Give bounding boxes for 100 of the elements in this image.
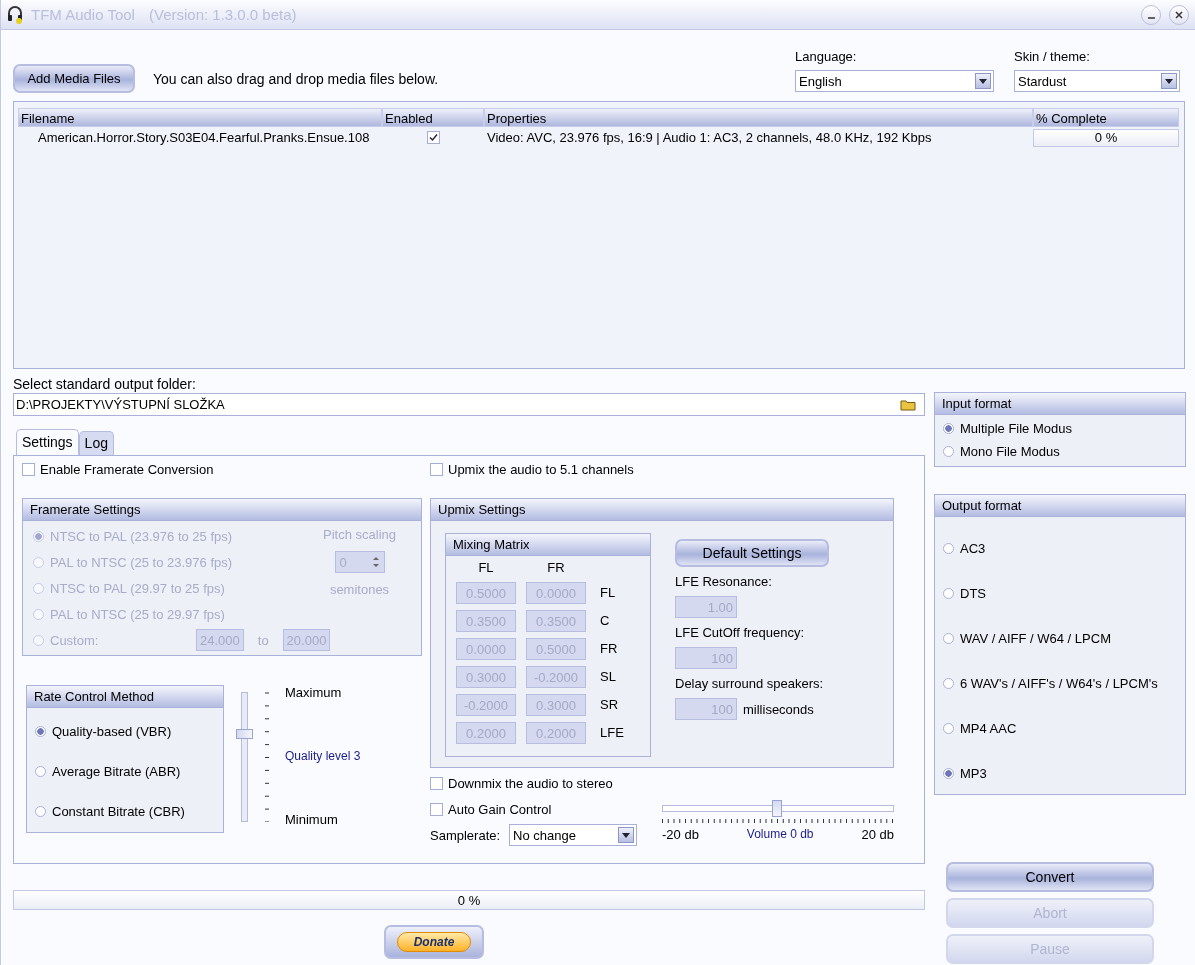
radio-label: PAL to NTSC (25 to 23.976 fps) bbox=[50, 554, 233, 570]
group-title: Framerate Settings bbox=[23, 499, 421, 521]
group-title: Input format bbox=[935, 393, 1185, 415]
caret-icon bbox=[618, 827, 635, 843]
checkbox[interactable] bbox=[22, 462, 35, 476]
column-header[interactable]: Properties bbox=[484, 108, 1033, 127]
pitch-scaling-label: Pitch scaling bbox=[323, 527, 396, 542]
minimize-icon bbox=[1147, 16, 1155, 19]
radio-button[interactable] bbox=[943, 422, 954, 434]
tab[interactable]: Log bbox=[78, 431, 114, 455]
radio-label: NTSC to PAL (29.97 to 25 fps) bbox=[50, 580, 225, 596]
checkbox-label: Auto Gain Control bbox=[448, 801, 552, 817]
samplerate-label: Samplerate: bbox=[430, 827, 501, 843]
row-label: SR bbox=[599, 696, 620, 714]
volume-value-label: Volume 0 db bbox=[746, 827, 814, 842]
close-icon bbox=[1174, 9, 1184, 20]
radio-label: Mono File Modus bbox=[960, 443, 1060, 459]
skin-label: Skin / theme: bbox=[1014, 49, 1091, 64]
radio-label: MP3 bbox=[960, 765, 987, 781]
radio-label: NTSC to PAL (23.976 to 25 fps) bbox=[50, 528, 233, 544]
language-label: Language: bbox=[795, 49, 858, 64]
checkbox[interactable] bbox=[430, 462, 443, 476]
to-label: to bbox=[257, 632, 269, 648]
progress-bar: 0 % bbox=[13, 890, 925, 910]
maximum-volume-label: 20 db bbox=[861, 827, 894, 842]
radio-label: Multiple File Modus bbox=[960, 420, 1072, 436]
checkbox[interactable] bbox=[430, 776, 443, 790]
column-label: FR bbox=[546, 560, 566, 576]
radio-label: WAV / AIFF / W64 / LPCM bbox=[960, 630, 1111, 646]
version-text: (Version: 1.3.0.0 beta) bbox=[148, 6, 297, 23]
column-header[interactable]: % Complete bbox=[1033, 108, 1179, 127]
group-title: Output format bbox=[935, 495, 1185, 517]
checkbox-label: Enable Framerate Conversion bbox=[40, 461, 214, 477]
tab[interactable]: Settings bbox=[16, 429, 79, 455]
row-label: SL bbox=[599, 668, 617, 686]
table-cell-text: American.Horror.Story.S03E04.Fearful.Pranks.Ensue.108 bbox=[37, 129, 371, 147]
group-title: Mixing Matrix bbox=[446, 534, 650, 556]
semitones-label: semitones bbox=[329, 582, 390, 597]
radio-label: MP4 AAC bbox=[960, 720, 1017, 736]
radio-button[interactable] bbox=[943, 677, 954, 689]
radio-button[interactable] bbox=[35, 805, 46, 817]
quality-level-label: Quality level 3 bbox=[285, 749, 361, 763]
caret-icon bbox=[975, 73, 991, 89]
checkbox[interactable] bbox=[430, 802, 443, 816]
radio-button[interactable] bbox=[943, 632, 954, 644]
radio-label: 6 WAV's / AIFF's / W64's / LPCM's bbox=[960, 675, 1158, 691]
checkbox[interactable] bbox=[426, 131, 440, 144]
radio-label: DTS bbox=[960, 585, 986, 601]
minimum-volume-label: -20 db bbox=[662, 827, 699, 842]
lfe-resonance-label: LFE Resonance: bbox=[675, 574, 773, 589]
table-cell-text: Video: AVC, 23.976 fps, 16:9 | Audio 1: AC3, 2 channels, 48.0 KHz, 192 Kbps bbox=[486, 129, 933, 147]
radio-label: Quality-based (VBR) bbox=[52, 723, 172, 739]
headphones-icon bbox=[7, 5, 23, 24]
radio-button[interactable] bbox=[943, 587, 954, 599]
group-title: Upmix Settings bbox=[431, 499, 893, 521]
radio-label: AC3 bbox=[960, 540, 986, 556]
checkbox-label: Upmix the audio to 5.1 channels bbox=[448, 461, 634, 477]
maximum-label: Maximum bbox=[285, 685, 343, 700]
add-media-files-button[interactable]: Add Media Files bbox=[13, 64, 135, 93]
progress-bar: 0 % bbox=[1033, 128, 1179, 147]
minimize-button[interactable] bbox=[1141, 4, 1161, 25]
milliseconds-label: milliseconds bbox=[743, 701, 814, 717]
language-dropdown[interactable]: English bbox=[795, 70, 994, 92]
row-label: FL bbox=[599, 584, 617, 602]
radio-label: Custom: bbox=[50, 632, 100, 648]
volume-slider[interactable] bbox=[662, 800, 894, 817]
slider-thumb[interactable] bbox=[772, 800, 782, 817]
radio-button[interactable] bbox=[943, 767, 954, 779]
donate-button[interactable]: Donate bbox=[384, 925, 484, 959]
radio-button[interactable] bbox=[35, 725, 46, 737]
radio-button[interactable] bbox=[943, 722, 954, 734]
minimum-label: Minimum bbox=[285, 812, 339, 827]
caret-icon bbox=[1161, 73, 1177, 89]
column-header[interactable]: Enabled bbox=[382, 108, 484, 127]
checkbox-label: Downmix the audio to stereo bbox=[448, 775, 613, 791]
delay-label: Delay surround speakers: bbox=[675, 676, 825, 691]
radio-button[interactable] bbox=[943, 445, 954, 457]
row-label: LFE bbox=[599, 724, 625, 742]
radio-button[interactable] bbox=[35, 765, 46, 777]
row-label: C bbox=[599, 612, 611, 630]
samplerate-dropdown[interactable]: No change bbox=[509, 824, 638, 846]
radio-label: Average Bitrate (ABR) bbox=[52, 763, 181, 779]
group-title: Rate Control Method bbox=[27, 686, 223, 708]
radio-label: Constant Bitrate (CBR) bbox=[52, 803, 185, 819]
slider-thumb[interactable] bbox=[236, 728, 253, 739]
window-title: TFM Audio Tool bbox=[31, 6, 135, 23]
column-label: FL bbox=[477, 560, 495, 576]
output-folder-field[interactable]: D:\PROJEKTY\VÝSTUPNÍ SLOŽKA bbox=[13, 393, 925, 416]
row-label: FR bbox=[599, 640, 619, 658]
folder-icon[interactable] bbox=[900, 398, 916, 411]
lfe-cutoff-label: LFE CutOff frequency: bbox=[675, 625, 806, 640]
drag-drop-hint: You can also drag and drop media files below. bbox=[153, 71, 439, 87]
close-button[interactable] bbox=[1169, 4, 1189, 25]
column-header[interactable]: Filename bbox=[18, 108, 382, 127]
output-folder-label: Select standard output folder: bbox=[13, 375, 197, 393]
radio-button[interactable] bbox=[943, 542, 954, 554]
skin-dropdown[interactable]: Stardust bbox=[1014, 70, 1180, 92]
radio-label: PAL to NTSC (25 to 29.97 fps) bbox=[50, 606, 225, 622]
default-settings-button[interactable]: Default Settings bbox=[675, 539, 829, 567]
action-button[interactable]: Convert bbox=[946, 862, 1154, 892]
